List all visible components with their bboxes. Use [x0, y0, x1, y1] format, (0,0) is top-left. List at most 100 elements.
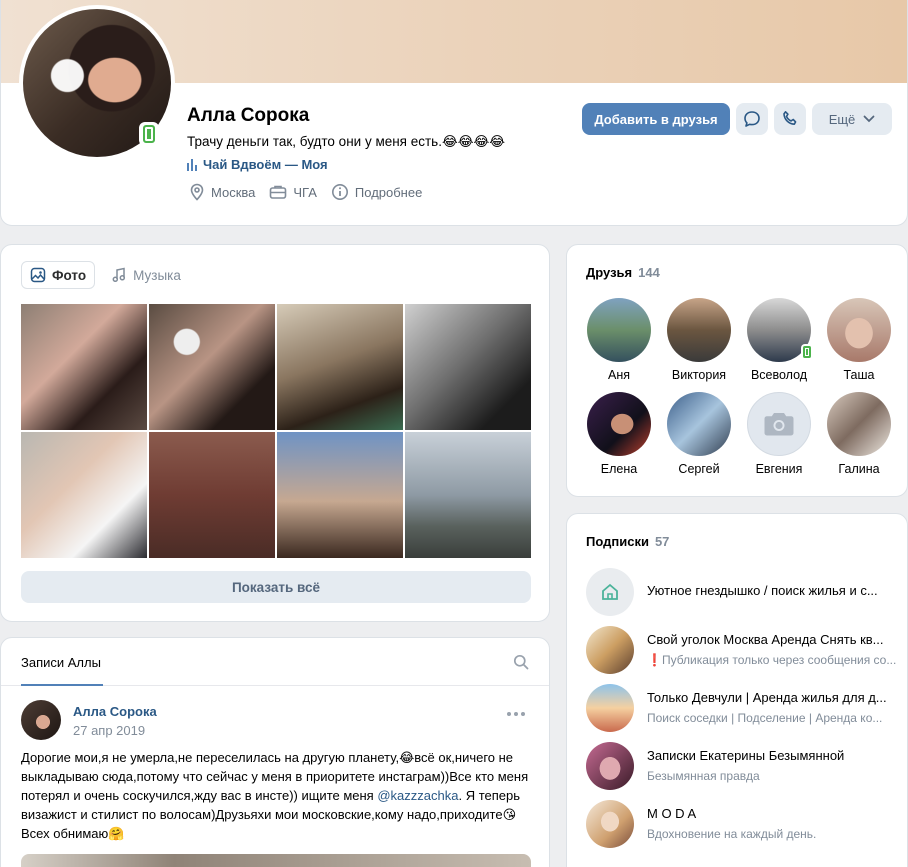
subscription-name[interactable]: Только Девчули | Аренда жилья для д... — [647, 690, 902, 705]
subscriptions-title-label[interactable]: Подписки — [586, 534, 649, 549]
friend-item[interactable]: Сергей — [659, 392, 739, 476]
friend-name[interactable]: Виктория — [672, 368, 726, 382]
tab-photo[interactable]: Фото — [21, 261, 96, 289]
camera-icon — [764, 413, 794, 436]
friend-item[interactable]: Таша — [819, 298, 899, 382]
friend-item[interactable]: Евгения — [739, 392, 819, 476]
post-author-name[interactable]: Алла Сорока — [73, 704, 157, 719]
friend-avatar[interactable] — [667, 392, 731, 456]
music-note-icon — [112, 267, 126, 283]
subscription-description: ❗Публикация только через сообщения со... — [647, 653, 897, 667]
subscription-avatar[interactable] — [586, 568, 634, 616]
profile-education[interactable]: ЧГА — [269, 184, 317, 200]
subscription-item[interactable]: Только Девчули | Аренда жилья для д... П… — [586, 684, 906, 732]
photo-thumbnail[interactable] — [405, 432, 531, 558]
friend-name[interactable]: Евгения — [756, 462, 803, 476]
add-friend-button[interactable]: Добавить в друзья — [582, 103, 730, 135]
friends-grid: Аня Виктория Всеволод Таша Елена Сергей — [579, 298, 907, 476]
subscriptions-title[interactable]: Подписки 57 — [586, 534, 669, 549]
friend-name[interactable]: Аня — [608, 368, 630, 382]
friend-item[interactable]: Галина — [819, 392, 899, 476]
profile-status: Трачу деньги так, будто они у меня есть.… — [187, 134, 506, 149]
subscription-name[interactable]: Свой уголок Москва Аренда Снять кв... — [647, 632, 902, 647]
photo-grid — [21, 304, 531, 558]
profile-education-label[interactable]: ЧГА — [293, 185, 317, 200]
friend-item[interactable]: Аня — [579, 298, 659, 382]
show-all-photos-button[interactable]: Показать всё — [21, 571, 531, 603]
subscription-item[interactable]: Уютное гнездышко / поиск жилья и с... — [586, 568, 906, 616]
more-actions-label: Ещё — [828, 111, 856, 127]
profile-info-row: Москва ЧГА Подробнее — [189, 183, 422, 201]
post-mention-link[interactable]: @kazzzachka — [377, 788, 458, 803]
phone-icon — [783, 111, 797, 125]
photos-block: Фото Музыка Показать всё — [0, 244, 550, 622]
subscription-avatar[interactable] — [586, 684, 634, 732]
friend-name[interactable]: Галина — [838, 462, 879, 476]
info-icon — [331, 184, 348, 200]
friend-item[interactable]: Всеволод — [739, 298, 819, 382]
subscription-item[interactable]: Записки Екатерины Безымянной Безымянная … — [586, 742, 906, 790]
photo-thumbnail[interactable] — [149, 432, 275, 558]
subscription-description: Поиск соседки | Подселение | Аренда ко..… — [647, 711, 883, 725]
post-author-avatar[interactable] — [21, 700, 61, 740]
subscriptions-count: 57 — [654, 534, 670, 549]
friend-avatar[interactable] — [587, 298, 651, 362]
post-text: Дорогие мои,я не умерла,не переселилась … — [21, 748, 531, 843]
more-actions-button[interactable]: Ещё — [812, 103, 892, 135]
call-button[interactable] — [774, 103, 806, 135]
subscription-item[interactable]: Свой уголок Москва Аренда Снять кв... ❗П… — [586, 626, 906, 674]
photo-thumbnail[interactable] — [405, 304, 531, 430]
post-image[interactable] — [21, 854, 531, 867]
subscription-description: Безымянная правда — [647, 769, 760, 783]
subscriptions-block: Подписки 57 Уютное гнездышко / поиск жиль… — [566, 513, 908, 867]
friend-item[interactable]: Виктория — [659, 298, 739, 382]
profile-music-status[interactable]: Чай Вдвоём — Моя — [187, 157, 328, 172]
friend-avatar[interactable] — [827, 298, 891, 362]
photo-thumbnail[interactable] — [149, 304, 275, 430]
image-icon — [30, 267, 46, 283]
subscription-avatar[interactable] — [586, 626, 634, 674]
subscription-avatar[interactable] — [586, 800, 634, 848]
photo-thumbnail[interactable] — [21, 432, 147, 558]
tab-music[interactable]: Музыка — [103, 261, 189, 289]
briefcase-icon — [270, 185, 287, 199]
profile-more-info-label[interactable]: Подробнее — [355, 185, 422, 200]
subscription-name[interactable]: Уютное гнездышко / поиск жилья и с... — [647, 583, 902, 598]
subscription-name[interactable]: Записки Екатерины Безымянной — [647, 748, 902, 763]
tab-photo-label: Фото — [52, 267, 87, 283]
subscription-avatar[interactable] — [586, 742, 634, 790]
friend-avatar[interactable] — [827, 392, 891, 456]
subscription-item[interactable]: M O D A Вдохновение на каждый день. — [586, 800, 906, 848]
active-tab-indicator — [21, 684, 103, 686]
friend-name[interactable]: Таша — [843, 368, 874, 382]
friend-avatar[interactable] — [587, 392, 651, 456]
friends-title[interactable]: Друзья 144 — [586, 265, 660, 280]
message-button[interactable] — [736, 103, 768, 135]
message-icon — [744, 111, 760, 127]
photo-thumbnail[interactable] — [277, 304, 403, 430]
friends-count: 144 — [638, 265, 660, 280]
photo-thumbnail[interactable] — [21, 304, 147, 430]
friends-block: Друзья 144 Аня Виктория Всеволод Таша Еле… — [566, 244, 908, 497]
tab-wall-posts[interactable]: Записи Аллы — [21, 655, 101, 670]
profile-name: Алла Сорока — [187, 105, 310, 126]
friend-item[interactable]: Елена — [579, 392, 659, 476]
friend-avatar[interactable] — [747, 298, 813, 362]
more-horizontal-icon[interactable] — [507, 712, 525, 716]
house-logo-icon — [602, 583, 618, 600]
photo-thumbnail[interactable] — [277, 432, 403, 558]
friends-title-label[interactable]: Друзья — [586, 265, 632, 280]
friend-name[interactable]: Всеволод — [751, 368, 807, 382]
profile-more-info[interactable]: Подробнее — [331, 183, 422, 201]
friend-avatar[interactable] — [667, 298, 731, 362]
wall-search-button[interactable] — [513, 654, 529, 673]
subscription-name[interactable]: M O D A — [647, 806, 902, 821]
friend-name[interactable]: Елена — [601, 462, 637, 476]
profile-music-label[interactable]: Чай Вдвоём — Моя — [203, 157, 328, 172]
friend-name[interactable]: Сергей — [678, 462, 719, 476]
profile-city-label[interactable]: Москва — [211, 185, 255, 200]
profile-city[interactable]: Москва — [189, 183, 255, 201]
friend-avatar-placeholder[interactable] — [747, 392, 811, 456]
post-date[interactable]: 27 апр 2019 — [73, 723, 145, 738]
online-mobile-icon — [801, 344, 813, 360]
